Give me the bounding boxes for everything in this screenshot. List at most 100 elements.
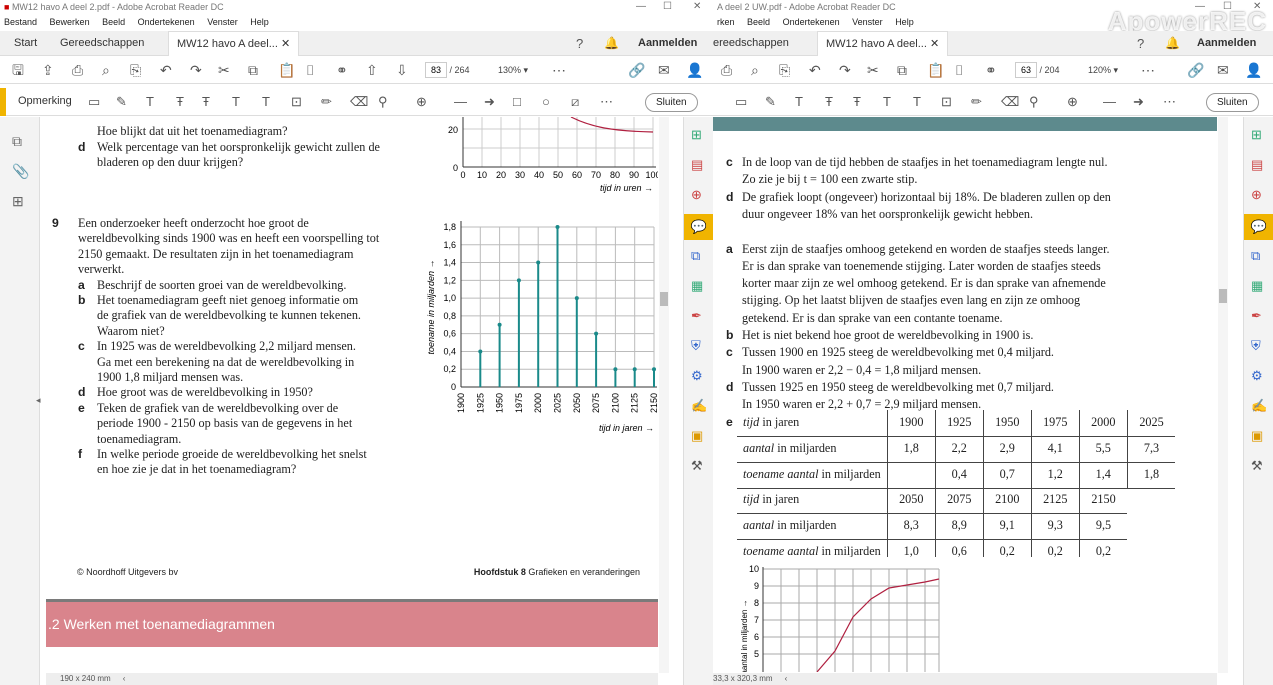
- user-add-icon[interactable]: 👤: [1245, 62, 1262, 78]
- page-number-input[interactable]: [425, 62, 447, 78]
- link-sign-icon[interactable]: 🔗: [1187, 62, 1204, 78]
- bell-icon[interactable]: 🔔: [604, 31, 619, 56]
- tab-start[interactable]: Start: [14, 31, 37, 56]
- menu-edit[interactable]: rken: [717, 17, 735, 27]
- replace-text-icon[interactable]: Ŧ: [202, 94, 210, 109]
- fill-sign-icon[interactable]: ✒: [1251, 308, 1262, 324]
- upload-icon[interactable]: ⇪: [42, 62, 54, 78]
- vertical-scrollbar[interactable]: [1218, 117, 1228, 673]
- line-icon[interactable]: —: [1103, 94, 1116, 109]
- sticky-note-icon[interactable]: ▭: [88, 94, 100, 110]
- text-underline-icon[interactable]: T: [795, 94, 803, 109]
- add-text-icon[interactable]: T: [262, 94, 270, 109]
- more-tools-icon[interactable]: ⚒: [1251, 458, 1263, 474]
- text-underline-icon[interactable]: T: [146, 94, 154, 109]
- sign-in-link[interactable]: Aanmelden: [1197, 31, 1256, 56]
- scroll-thumb[interactable]: [1219, 289, 1227, 303]
- collapse-left-icon[interactable]: ◂: [36, 395, 41, 406]
- create-pdf-icon[interactable]: ▤: [1251, 157, 1263, 173]
- snapshot-icon[interactable]: ⌷: [955, 62, 963, 78]
- paste-icon[interactable]: 📋: [278, 62, 295, 78]
- menu-help[interactable]: Help: [250, 17, 269, 27]
- send-sign-icon[interactable]: ✍: [1251, 398, 1267, 414]
- layers-icon[interactable]: ⊞: [12, 193, 24, 210]
- close-comment-button[interactable]: Sluiten: [1206, 93, 1259, 112]
- close-comment-button[interactable]: Sluiten: [645, 93, 698, 112]
- binoculars-icon[interactable]: ⚭: [336, 62, 348, 78]
- search-icon[interactable]: ⌕: [751, 62, 759, 78]
- snapshot-icon[interactable]: ⌷: [306, 62, 314, 78]
- more-icon[interactable]: ⋯: [552, 62, 566, 78]
- help-icon[interactable]: ?: [576, 31, 583, 56]
- page-down-icon[interactable]: ⇩: [396, 62, 408, 78]
- line-icon[interactable]: —: [454, 94, 467, 109]
- highlight-icon[interactable]: ✎: [116, 94, 127, 110]
- menu-ondertekenen[interactable]: Ondertekenen: [138, 17, 195, 27]
- add-text-icon[interactable]: T: [913, 94, 921, 109]
- optimize-icon[interactable]: ⚙: [691, 368, 703, 384]
- pencil-icon[interactable]: ✏: [971, 94, 982, 110]
- sticky-note-icon[interactable]: ▭: [735, 94, 747, 110]
- tab-close-icon[interactable]: ✕: [930, 38, 939, 50]
- maximize-icon[interactable]: ☐: [663, 0, 672, 14]
- zoom-select[interactable]: 130% ▾: [498, 62, 528, 78]
- eraser-icon[interactable]: ⌫: [1001, 94, 1019, 110]
- combine-icon[interactable]: ⧉: [1251, 248, 1260, 264]
- menu-venster[interactable]: Venster: [207, 17, 238, 27]
- textbox-icon[interactable]: ⊡: [941, 94, 952, 110]
- export-pdf-icon[interactable]: ⊞: [691, 127, 702, 143]
- tab-document[interactable]: MW12 havo A deel... ✕: [168, 31, 300, 56]
- highlight-icon[interactable]: ✎: [765, 94, 776, 110]
- arrow-icon[interactable]: ➜: [484, 94, 495, 110]
- comment-tool-icon[interactable]: 💬: [684, 214, 713, 240]
- edit-pdf-icon[interactable]: ⊕: [691, 187, 702, 203]
- export-pdf-icon[interactable]: ⊞: [1251, 127, 1262, 143]
- bell-icon[interactable]: 🔔: [1165, 31, 1180, 56]
- menu-beeld[interactable]: Beeld: [747, 17, 770, 27]
- minimize-icon[interactable]: —: [636, 0, 646, 14]
- attachment-icon[interactable]: 📎: [12, 163, 29, 180]
- textbox-icon[interactable]: ⊡: [291, 94, 302, 110]
- menu-ondertekenen[interactable]: Ondertekenen: [783, 17, 840, 27]
- fill-sign-icon[interactable]: ✒: [691, 308, 702, 324]
- combine-icon[interactable]: ⧉: [691, 248, 700, 264]
- create-pdf-icon[interactable]: ▤: [691, 157, 703, 173]
- organize-icon[interactable]: ▦: [1251, 278, 1263, 294]
- redo-icon[interactable]: ↷: [190, 62, 202, 78]
- menu-help[interactable]: Help: [895, 17, 914, 27]
- copy-icon[interactable]: ⧉: [897, 62, 907, 78]
- vertical-scrollbar[interactable]: [659, 117, 669, 673]
- eraser-icon[interactable]: ⌫: [350, 94, 368, 110]
- prepare-form-icon[interactable]: ▣: [691, 428, 703, 444]
- zoom-select[interactable]: 120% ▾: [1088, 62, 1118, 78]
- oval-icon[interactable]: ○: [542, 94, 550, 109]
- send-sign-icon[interactable]: ✍: [691, 398, 707, 414]
- menu-bestand[interactable]: Bestand: [4, 17, 37, 27]
- redo-icon[interactable]: ↷: [839, 62, 851, 78]
- link-sign-icon[interactable]: 🔗: [628, 62, 645, 78]
- find-file-icon[interactable]: ⎘: [130, 62, 141, 78]
- rectangle-icon[interactable]: □: [513, 94, 521, 109]
- pages-icon[interactable]: ⧉: [12, 133, 22, 150]
- paste-icon[interactable]: 📋: [927, 62, 944, 78]
- menu-venster[interactable]: Venster: [852, 17, 883, 27]
- menu-beeld[interactable]: Beeld: [102, 17, 125, 27]
- help-icon[interactable]: ?: [1137, 31, 1144, 56]
- more-tools-icon[interactable]: ⋯: [1163, 94, 1176, 110]
- find-file-icon[interactable]: ⎘: [779, 62, 790, 78]
- insert-text-icon[interactable]: T: [883, 94, 891, 109]
- insert-text-icon[interactable]: T: [232, 94, 240, 109]
- tab-document[interactable]: MW12 havo A deel... ✕: [817, 31, 949, 56]
- attach-icon[interactable]: ⊕: [416, 94, 427, 110]
- menu-bewerken[interactable]: Bewerken: [50, 17, 90, 27]
- page-number-input[interactable]: [1015, 62, 1037, 78]
- tab-close-icon[interactable]: ✕: [281, 38, 290, 50]
- stamp-icon[interactable]: ⚲: [378, 94, 388, 110]
- copy-icon[interactable]: ⧉: [248, 62, 258, 78]
- optimize-icon[interactable]: ⚙: [1251, 368, 1263, 384]
- mail-icon[interactable]: ✉: [1217, 62, 1229, 78]
- user-add-icon[interactable]: 👤: [686, 62, 703, 78]
- mail-icon[interactable]: ✉: [658, 62, 670, 78]
- cut-icon[interactable]: ✂: [218, 62, 230, 78]
- strikethrough-icon[interactable]: Ŧ: [176, 94, 184, 109]
